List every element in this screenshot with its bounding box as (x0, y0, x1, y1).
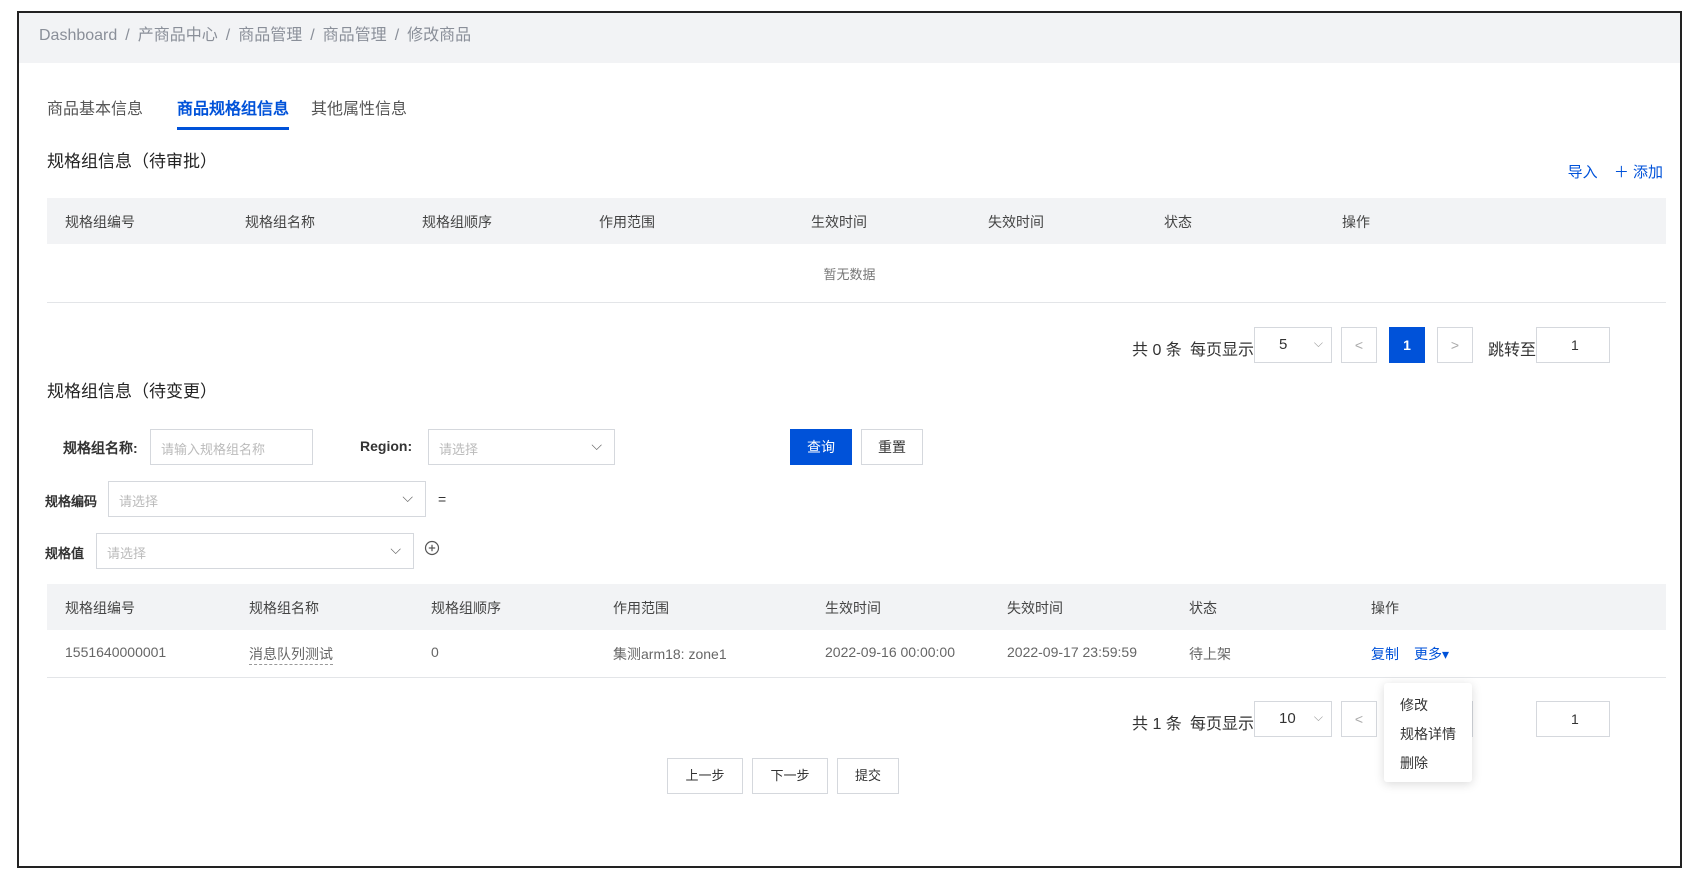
jump-to-label: 跳转至 (1488, 342, 1537, 359)
column-header: 生效时间 (811, 214, 867, 230)
jump-to-input[interactable]: 1 (1536, 327, 1610, 363)
page-size-select[interactable]: 5 ⌵ (1254, 327, 1332, 363)
cell-status: 待上架 (1189, 646, 1231, 662)
plus-circle-icon[interactable] (424, 540, 440, 561)
menu-item-spec-details[interactable]: 规格详情 (1400, 724, 1456, 744)
next-page-button[interactable]: > (1437, 327, 1473, 363)
page-frame: Dashboard / 产商品中心 / 商品管理 / 商品管理 / 修改商品 商品基本信息 商品… (17, 11, 1682, 868)
region-placeholder: 请选择 (439, 442, 479, 457)
spec-value-placeholder: 请选择 (107, 546, 147, 561)
cell-end-time: 2022-09-17 23:59:59 (1007, 644, 1137, 660)
empty-state-text: 暂无数据 (823, 267, 876, 282)
column-header: 规格组名称 (245, 214, 315, 230)
column-header: 规格组顺序 (422, 214, 492, 230)
page-size-value: 10 (1279, 710, 1296, 727)
cell-spec-group-name[interactable]: 消息队列测试 (249, 644, 333, 665)
prev-step-button[interactable]: 上一步 (667, 758, 743, 794)
breadcrumb-separator: / (310, 27, 315, 44)
breadcrumb-item-dashboard[interactable]: Dashboard (39, 27, 117, 44)
spec-code-label: 规格编码 (45, 494, 98, 509)
import-button[interactable]: 导入 (1568, 164, 1598, 181)
spec-group-name-input[interactable]: 请输入规格组名称 (150, 429, 313, 465)
menu-item-delete[interactable]: 删除 (1400, 753, 1428, 773)
column-header: 作用范围 (599, 214, 655, 230)
pager-total: 共 1 条 (1132, 716, 1182, 733)
reset-button[interactable]: 重置 (861, 429, 923, 465)
add-button[interactable]: ＋ 添加 (1614, 164, 1663, 181)
column-header: 操作 (1371, 600, 1399, 616)
table-divider (47, 302, 1666, 303)
tab-other-attributes[interactable]: 其他属性信息 (311, 95, 407, 119)
chevron-down-icon: ⌵ (591, 437, 602, 453)
pending-approval-title: 规格组信息（待审批） (47, 152, 217, 171)
breadcrumb-separator: / (394, 27, 400, 44)
copy-link[interactable]: 复制 (1371, 644, 1399, 664)
submit-button[interactable]: 提交 (837, 758, 899, 794)
spec-group-name-label: 规格组名称: (63, 440, 138, 456)
prev-page-button[interactable]: < (1341, 327, 1377, 363)
breadcrumb-item-product-management[interactable]: 商品管理 (238, 27, 302, 44)
column-header: 规格组编号 (65, 600, 135, 616)
pager-total: 共 0 条 (1132, 342, 1182, 359)
breadcrumb-separator: / (125, 27, 130, 44)
column-header: 作用范围 (613, 600, 669, 616)
page-number-button[interactable]: 1 (1389, 327, 1425, 363)
spec-code-placeholder: 请选择 (119, 494, 159, 509)
pending-approval-pager: 共 0 条 每页显示 5 ⌵ < 1 > 跳转至 1 (1132, 327, 1652, 365)
chevron-down-icon: ⌵ (1313, 336, 1323, 350)
breadcrumb-item-edit-product: 修改商品 (407, 27, 472, 44)
tab-spec-group-info[interactable]: 商品规格组信息 (177, 95, 290, 130)
column-header: 规格组顺序 (431, 600, 501, 616)
menu-item-edit[interactable]: 修改 (1400, 695, 1428, 715)
prev-page-button[interactable]: < (1341, 701, 1377, 737)
cell-spec-group-order: 0 (431, 644, 439, 660)
breadcrumb-bar: Dashboard / 产商品中心 / 商品管理 / 商品管理 / 修改商品 (19, 13, 1680, 63)
page-size-value: 5 (1279, 336, 1288, 353)
top-actions: 导入 ＋ 添加 (1556, 161, 1663, 182)
query-button[interactable]: 查询 (790, 429, 852, 465)
more-dropdown-link[interactable]: 更多▾ (1414, 644, 1449, 664)
pager-per-page-label: 每页显示 (1190, 342, 1255, 359)
chevron-down-icon: ⌵ (1313, 710, 1323, 724)
pager-per-page-label: 每页显示 (1190, 716, 1255, 733)
jump-to-input[interactable]: 1 (1536, 701, 1610, 737)
column-header: 生效时间 (825, 600, 881, 616)
region-select[interactable]: 请选择 ⌵ (428, 429, 615, 465)
cell-spec-group-id: 1551640000001 (65, 644, 167, 660)
breadcrumb-item-product-center[interactable]: 产商品中心 (138, 27, 218, 44)
next-step-button[interactable]: 下一步 (752, 758, 828, 794)
cell-start-time: 2022-09-16 00:00:00 (825, 644, 955, 660)
page-size-select[interactable]: 10 ⌵ (1254, 701, 1332, 737)
pending-change-title: 规格组信息（待变更） (47, 382, 217, 401)
table-divider (47, 677, 1666, 678)
breadcrumb-item-product-management-2[interactable]: 商品管理 (323, 27, 387, 44)
chevron-down-icon: ⌵ (390, 541, 401, 557)
tab-basic-info[interactable]: 商品基本信息 (47, 95, 143, 119)
spec-value-label: 规格值 (45, 546, 85, 561)
breadcrumb: Dashboard / 产商品中心 / 商品管理 / 商品管理 / 修改商品 (39, 21, 471, 45)
column-header: 规格组名称 (249, 600, 319, 616)
column-header: 状态 (1189, 600, 1217, 616)
equals-operator: = (438, 491, 447, 507)
column-header: 规格组编号 (65, 214, 135, 230)
spec-code-select[interactable]: 请选择 ⌵ (108, 481, 426, 517)
pending-change-table-header: 规格组编号 规格组名称 规格组顺序 作用范围 生效时间 失效时间 状态 操作 (47, 584, 1666, 630)
column-header: 失效时间 (988, 214, 1044, 230)
cell-scope: 集测arm18: zone1 (613, 646, 727, 662)
column-header: 状态 (1164, 214, 1192, 230)
chevron-down-icon: ⌵ (402, 489, 413, 505)
spec-value-select[interactable]: 请选择 ⌵ (96, 533, 414, 569)
region-label: Region: (360, 438, 413, 454)
breadcrumb-separator: / (225, 27, 231, 44)
column-header: 操作 (1342, 214, 1370, 230)
column-header: 失效时间 (1007, 600, 1063, 616)
pending-approval-table-header: 规格组编号 规格组名称 规格组顺序 作用范围 生效时间 失效时间 状态 操作 (47, 198, 1666, 244)
more-actions-menu: 修改 规格详情 删除 (1384, 683, 1472, 782)
